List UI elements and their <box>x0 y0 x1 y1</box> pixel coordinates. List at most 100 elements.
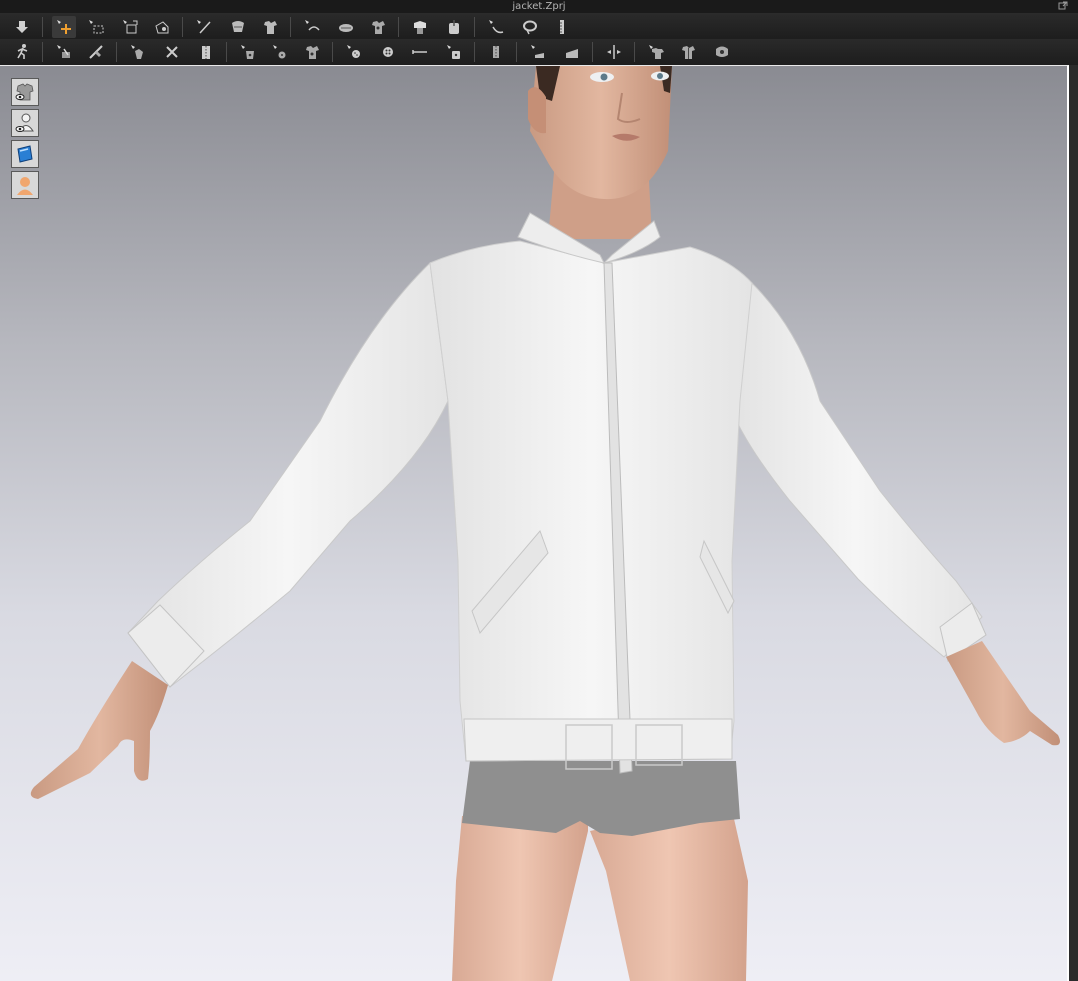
button-select-icon <box>306 46 319 59</box>
avatar-left-hand <box>30 661 168 799</box>
puckering-button[interactable] <box>126 41 150 63</box>
topstitch-button[interactable] <box>376 41 400 63</box>
toolbar-separator <box>592 42 593 62</box>
sew-trim-button[interactable] <box>160 41 184 63</box>
transform-pattern-button[interactable] <box>118 16 142 38</box>
garment-front-icon <box>649 45 664 59</box>
simulate-icon <box>16 21 28 33</box>
fold-arrangement-button[interactable] <box>334 16 358 38</box>
measure-button[interactable] <box>550 16 574 38</box>
zipper-button[interactable] <box>194 41 218 63</box>
avatar-pose-button[interactable] <box>10 41 34 63</box>
toolbar-separator <box>226 42 227 62</box>
segment-sewing-icon <box>232 21 244 32</box>
toolbar-separator <box>474 17 475 37</box>
arrangement-point-button[interactable] <box>442 16 466 38</box>
tack-icon <box>305 20 320 31</box>
toolbar-separator <box>182 17 183 37</box>
avatar-garment-button[interactable] <box>408 16 432 38</box>
jacket-body <box>429 240 753 762</box>
expand-window-icon[interactable] <box>1058 1 1068 11</box>
layer-button[interactable] <box>560 41 584 63</box>
buttonhole-icon <box>273 45 286 59</box>
toolbar-separator <box>290 17 291 37</box>
toolbar-separator <box>474 42 475 62</box>
zipper-icon <box>202 46 210 59</box>
show-texture-icon <box>17 145 33 163</box>
show-avatar-icon <box>15 113 34 132</box>
pin-button[interactable] <box>484 16 508 38</box>
elastic-icon <box>493 46 499 58</box>
free-sewing-icon <box>264 21 277 34</box>
simulate-button[interactable] <box>10 16 34 38</box>
measure-icon <box>560 20 564 34</box>
graphic-edit-icon <box>89 45 103 59</box>
toolbar-separator <box>516 42 517 62</box>
segment-sewing-button[interactable] <box>226 16 250 38</box>
side-panel-edge <box>1069 65 1078 980</box>
puckering-icon <box>131 45 143 59</box>
toolbar-separator <box>42 42 43 62</box>
tape-icon <box>412 50 427 54</box>
elastic-button[interactable] <box>484 41 508 63</box>
shirring-button[interactable] <box>366 16 390 38</box>
button-select-button[interactable] <box>300 41 324 63</box>
free-sewing-button[interactable] <box>258 16 282 38</box>
sew-trim-icon <box>166 46 178 58</box>
shirring-icon <box>372 21 385 34</box>
avatar-scene[interactable] <box>0 66 1067 981</box>
toolbar-separator <box>398 17 399 37</box>
toolbar-separator <box>634 42 635 62</box>
box-select-button[interactable] <box>84 16 108 38</box>
texture-edit-icon <box>57 45 70 58</box>
lasso-icon <box>523 20 537 35</box>
show-avatar-button[interactable] <box>11 109 39 137</box>
edit-point-icon <box>155 21 169 34</box>
3d-viewport[interactable] <box>0 65 1069 981</box>
garment-front-button[interactable] <box>644 41 668 63</box>
sew-line-icon <box>197 20 211 34</box>
layer-icon <box>566 49 578 58</box>
texture-edit-button[interactable] <box>52 41 76 63</box>
split-button[interactable] <box>602 41 626 63</box>
tack-button[interactable] <box>300 16 324 38</box>
select-move-button[interactable] <box>52 16 76 38</box>
button-tool-icon <box>241 45 254 59</box>
add-button-icon <box>347 45 360 58</box>
fold-button[interactable] <box>526 41 550 63</box>
avatar-right-hand <box>946 641 1060 746</box>
avatar-skin-button[interactable] <box>11 171 39 199</box>
buttonhole-button[interactable] <box>268 41 292 63</box>
garment-back-button[interactable] <box>676 41 700 63</box>
split-icon <box>607 45 621 59</box>
title-bar: jacket.Zprj <box>0 0 1078 13</box>
sew-line-button[interactable] <box>192 16 216 38</box>
main-toolbar-row-2 <box>0 39 1078 66</box>
toolbar-separator <box>116 42 117 62</box>
avatar-skin-icon <box>17 177 33 195</box>
edit-point-button[interactable] <box>150 16 174 38</box>
garment-fitting-icon <box>716 46 728 57</box>
add-button-button[interactable] <box>342 41 366 63</box>
tape-button[interactable] <box>408 41 432 63</box>
main-toolbar-row-1 <box>0 14 1078 41</box>
fold-arrangement-icon <box>339 24 353 32</box>
lasso-button[interactable] <box>518 16 542 38</box>
window-title: jacket.Zprj <box>512 1 566 12</box>
fold-icon <box>531 45 544 58</box>
toolbar-separator <box>42 17 43 37</box>
show-garment-icon <box>15 83 34 101</box>
show-garment-button[interactable] <box>11 78 39 106</box>
jacket-right-sleeve <box>727 281 983 658</box>
garment-fitting-button[interactable] <box>710 41 734 63</box>
select-move-icon <box>57 20 71 34</box>
toolbar-separator <box>332 42 333 62</box>
graphic-edit-button[interactable] <box>84 41 108 63</box>
topstitch-icon <box>383 47 393 57</box>
button-tool-button[interactable] <box>236 41 260 63</box>
avatar-garment-icon <box>414 21 426 34</box>
lock-icon <box>447 45 460 59</box>
show-texture-button[interactable] <box>11 140 39 168</box>
lock-button[interactable] <box>442 41 466 63</box>
avatar-head <box>528 66 672 239</box>
